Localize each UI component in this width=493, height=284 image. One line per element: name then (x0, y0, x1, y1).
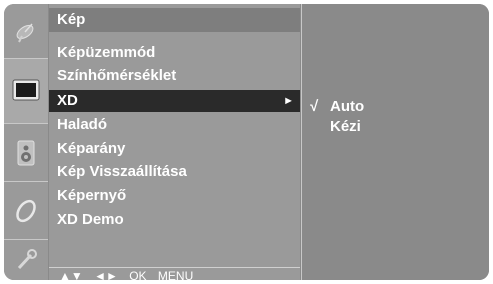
menu-item-label: Színhőmérséklet (57, 67, 177, 84)
menu-item-kepnarany[interactable]: Képarány (49, 138, 300, 160)
menu-item-label: Haladó (57, 116, 108, 133)
menu-item-label: Képarány (57, 140, 126, 157)
menu-item-label: Képernyő (57, 187, 127, 204)
satellite-dish-icon (16, 23, 34, 43)
option-kezi[interactable]: Kézi (310, 117, 361, 137)
menu-item-label: Kép Visszaállítása (57, 163, 187, 180)
option-label: Auto (330, 98, 365, 115)
clock-icon (16, 199, 36, 222)
up-down-arrows-icon: ▲▼ (59, 269, 83, 280)
navigation-hint-bar: ▲▼ ◄► OK MENU (59, 269, 201, 280)
hint-divider (49, 267, 300, 268)
menu-item-kepernyo[interactable]: Képernyő (49, 185, 300, 207)
speaker-icon (17, 140, 35, 165)
category-time[interactable] (4, 182, 48, 240)
settings-wrench-icon (17, 249, 37, 270)
picture-menu: Kép Képüzemmód Színhőmérséklet XD ► Hala… (49, 4, 300, 280)
menu-item-label: XD (57, 92, 78, 109)
menu-item-halado[interactable]: Haladó (49, 114, 300, 136)
left-right-arrows-icon: ◄► (94, 269, 118, 280)
xd-submenu: √ Auto Kézi (301, 4, 489, 280)
option-label: Kézi (330, 118, 361, 135)
category-sidebar (4, 4, 48, 280)
menu-item-xd[interactable]: XD ► (49, 90, 300, 112)
menu-title: Kép (49, 8, 300, 32)
menu-hint: MENU (157, 269, 194, 280)
menu-item-label: XD Demo (57, 211, 124, 228)
category-audio[interactable] (4, 124, 48, 182)
ok-hint: OK (129, 269, 147, 280)
option-auto[interactable]: √ Auto (310, 97, 364, 117)
checkmark-icon: √ (310, 98, 319, 115)
menu-item-label: Képüzemmód (57, 44, 156, 61)
category-channel[interactable] (4, 4, 48, 59)
submenu-arrow-icon: ► (283, 95, 294, 107)
osd-menu-panel: Kép Képüzemmód Színhőmérséklet XD ► Hala… (4, 4, 489, 280)
category-option[interactable] (4, 240, 48, 280)
menu-item-xd-demo[interactable]: XD Demo (49, 209, 300, 231)
menu-item-kep-visszaallitasa[interactable]: Kép Visszaállítása (49, 161, 300, 183)
category-picture[interactable] (4, 59, 48, 124)
menu-item-szinhomerseklet[interactable]: Színhőmérséklet (49, 65, 300, 87)
picture-screen-icon (12, 79, 40, 101)
menu-item-kepuzemmod[interactable]: Képüzemmód (49, 42, 300, 64)
